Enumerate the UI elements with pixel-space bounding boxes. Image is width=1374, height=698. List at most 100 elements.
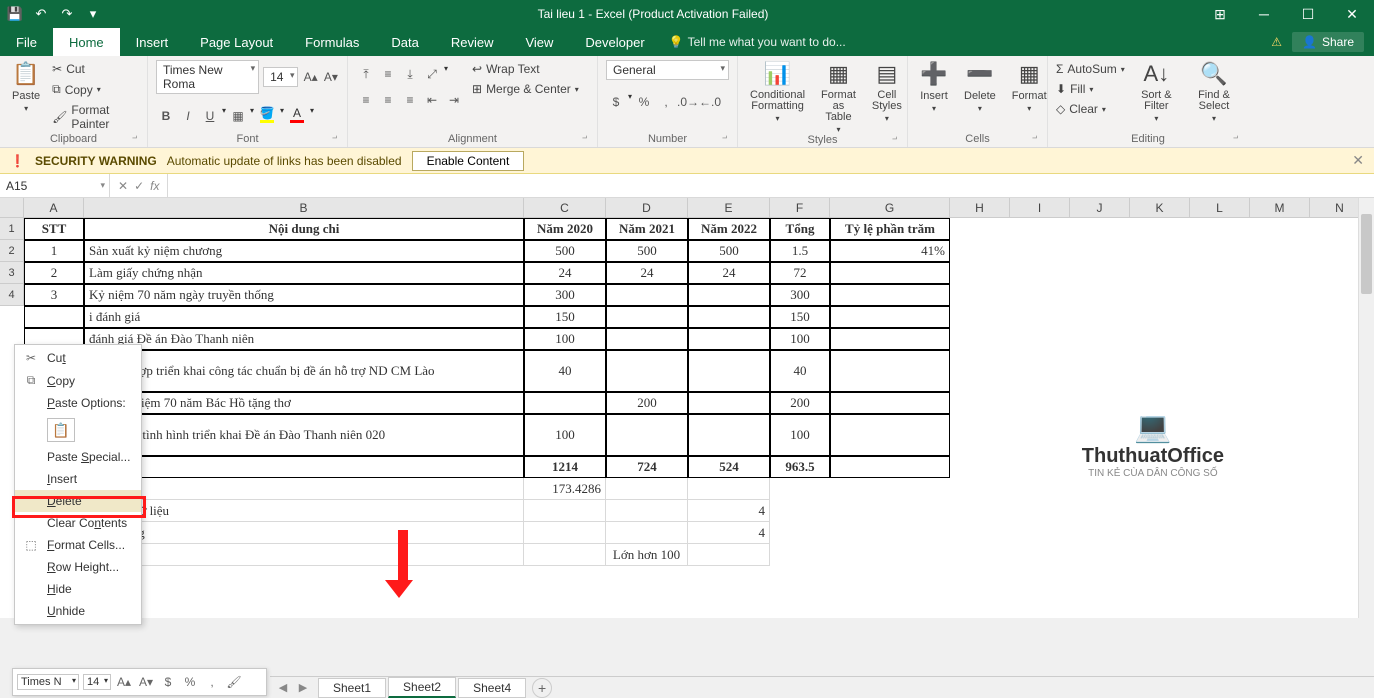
sort-filter-button[interactable]: A↓Sort & Filter▾ [1133, 60, 1180, 123]
cell-tong-6[interactable]: 200 [770, 392, 830, 414]
cell-2020-4[interactable]: 100 [524, 328, 606, 350]
wrap-text-button[interactable]: ↩Wrap Text [472, 60, 579, 78]
name-box[interactable]: A15 [0, 174, 110, 197]
align-bottom-icon[interactable]: ⤓ [400, 64, 420, 84]
align-middle-icon[interactable]: ≡ [378, 64, 398, 84]
share-button[interactable]: 👤Share [1292, 32, 1364, 52]
cell-extra-e-3[interactable] [688, 544, 770, 566]
cell-2022-4[interactable] [688, 328, 770, 350]
cell-2022-3[interactable] [688, 306, 770, 328]
cell-tyle-2[interactable] [830, 284, 950, 306]
paste-button[interactable]: 📋 Paste ▾ [8, 60, 44, 113]
tell-me-search[interactable]: 💡Tell me what you want to do... [661, 28, 846, 56]
ctx-item-2[interactable]: Paste Options: [15, 392, 141, 414]
cell-2022-2[interactable] [688, 284, 770, 306]
cell-2022-8[interactable]: 524 [688, 456, 770, 478]
vertical-scrollbar[interactable] [1358, 198, 1374, 618]
tab-formulas[interactable]: Formulas [289, 28, 375, 56]
sheet-tab-sheet2[interactable]: Sheet2 [388, 677, 456, 698]
cell-2021-4[interactable] [606, 328, 688, 350]
cell-stt-1[interactable]: 2 [24, 262, 84, 284]
cell-2020-3[interactable]: 150 [524, 306, 606, 328]
cell-tong-5[interactable]: 40 [770, 350, 830, 392]
cell-tong-2[interactable]: 300 [770, 284, 830, 306]
font-color-button[interactable]: A [286, 106, 308, 126]
cell-extra-c-2[interactable] [524, 522, 606, 544]
cell-2020-5[interactable]: 40 [524, 350, 606, 392]
cell-tong-0[interactable]: 1.5 [770, 240, 830, 262]
cell-extra-e-2[interactable]: 4 [688, 522, 770, 544]
cell-2022-7[interactable] [688, 414, 770, 456]
cell-tyle-5[interactable] [830, 350, 950, 392]
tab-view[interactable]: View [509, 28, 569, 56]
cell-nd-7[interactable]: , giám sát tình hình triển khai Đề án Đà… [84, 414, 524, 456]
row-header-2[interactable]: 2 [0, 240, 24, 262]
align-right-icon[interactable]: ≡ [400, 90, 420, 110]
row-header-1[interactable]: 1 [0, 218, 24, 240]
tab-developer[interactable]: Developer [569, 28, 660, 56]
cell-header-stt[interactable]: STT [24, 218, 84, 240]
cell-2022-5[interactable] [688, 350, 770, 392]
cell-header-2022[interactable]: Năm 2022 [688, 218, 770, 240]
cell-2020-8[interactable]: 1214 [524, 456, 606, 478]
close-icon[interactable]: ✕ [1330, 0, 1374, 28]
cell-header-2020[interactable]: Năm 2020 [524, 218, 606, 240]
delete-cells-button[interactable]: ➖Delete▾ [960, 60, 1000, 113]
ctx-item-0[interactable]: ✂Cut [15, 347, 141, 369]
cell-2022-0[interactable]: 500 [688, 240, 770, 262]
enable-content-button[interactable]: Enable Content [412, 151, 525, 171]
mini-format-painter-icon[interactable]: 🖌 [225, 673, 243, 691]
col-header-m[interactable]: M [1250, 198, 1310, 217]
cell-header-2021[interactable]: Năm 2021 [606, 218, 688, 240]
copy-button[interactable]: ⧉Copy▾ [52, 80, 139, 99]
col-header-a[interactable]: A [24, 198, 84, 217]
cell-stt-3[interactable] [24, 306, 84, 328]
col-header-h[interactable]: H [950, 198, 1010, 217]
cell-tong-3[interactable]: 150 [770, 306, 830, 328]
ribbon-options-icon[interactable]: ⊞ [1198, 0, 1242, 28]
cell-extra-b-1[interactable]: dòng có dữ liệu [84, 500, 524, 522]
cell-tyle-4[interactable] [830, 328, 950, 350]
cut-button[interactable]: ✂Cut [52, 60, 139, 78]
ctx-item-9[interactable]: Row Height... [15, 556, 141, 578]
tab-insert[interactable]: Insert [120, 28, 185, 56]
cell-extra-b-0[interactable]: h [84, 478, 524, 500]
cell-extra-d-3[interactable]: Lớn hơn 100 [606, 544, 688, 566]
cell-2021-0[interactable]: 500 [606, 240, 688, 262]
format-as-table-button[interactable]: ▦Format as Table▾ [817, 60, 860, 134]
align-top-icon[interactable]: ⤒ [356, 64, 376, 84]
formula-input[interactable] [168, 174, 1374, 197]
cell-extra-e-0[interactable] [688, 478, 770, 500]
cell-tyle-7[interactable] [830, 414, 950, 456]
scrollbar-thumb[interactable] [1361, 214, 1372, 294]
cell-tong-8[interactable]: 963.5 [770, 456, 830, 478]
redo-icon[interactable]: ↷ [56, 3, 78, 25]
clear-button[interactable]: ◇Clear▾ [1056, 100, 1125, 118]
ctx-item-8[interactable]: ⬚Format Cells... [15, 534, 141, 556]
mini-currency-icon[interactable]: $ [159, 673, 177, 691]
cell-extra-c-0[interactable]: 173.4286 [524, 478, 606, 500]
close-warning-icon[interactable]: ✕ [1352, 152, 1364, 169]
col-header-j[interactable]: J [1070, 198, 1130, 217]
cell-nd-5[interactable]: ra: Phối hợp triển khai công tác chuẩn b… [84, 350, 524, 392]
ctx-item-5[interactable]: Insert [15, 468, 141, 490]
italic-button[interactable]: I [178, 106, 198, 126]
undo-icon[interactable]: ↶ [30, 3, 52, 25]
mini-percent-icon[interactable]: % [181, 673, 199, 691]
qat-customize-icon[interactable]: ▾ [82, 3, 104, 25]
row-header-4[interactable]: 4 [0, 284, 24, 306]
cell-extra-d-0[interactable] [606, 478, 688, 500]
ctx-item-6[interactable]: Delete [15, 490, 141, 512]
fill-color-button[interactable]: 🪣 [256, 106, 278, 126]
ctx-item-1[interactable]: ⧉Copy [15, 369, 141, 392]
decrease-decimal-icon[interactable]: ←.0 [700, 92, 720, 112]
cell-2021-1[interactable]: 24 [606, 262, 688, 284]
cell-nd-2[interactable]: Kỷ niệm 70 năm ngày truyền thống [84, 284, 524, 306]
row-header-3[interactable]: 3 [0, 262, 24, 284]
cell-tyle-3[interactable] [830, 306, 950, 328]
cell-tyle-6[interactable] [830, 392, 950, 414]
cell-2021-6[interactable]: 200 [606, 392, 688, 414]
ctx-item-10[interactable]: Hide [15, 578, 141, 600]
insert-cells-button[interactable]: ➕Insert▾ [916, 60, 952, 113]
cell-2021-2[interactable] [606, 284, 688, 306]
